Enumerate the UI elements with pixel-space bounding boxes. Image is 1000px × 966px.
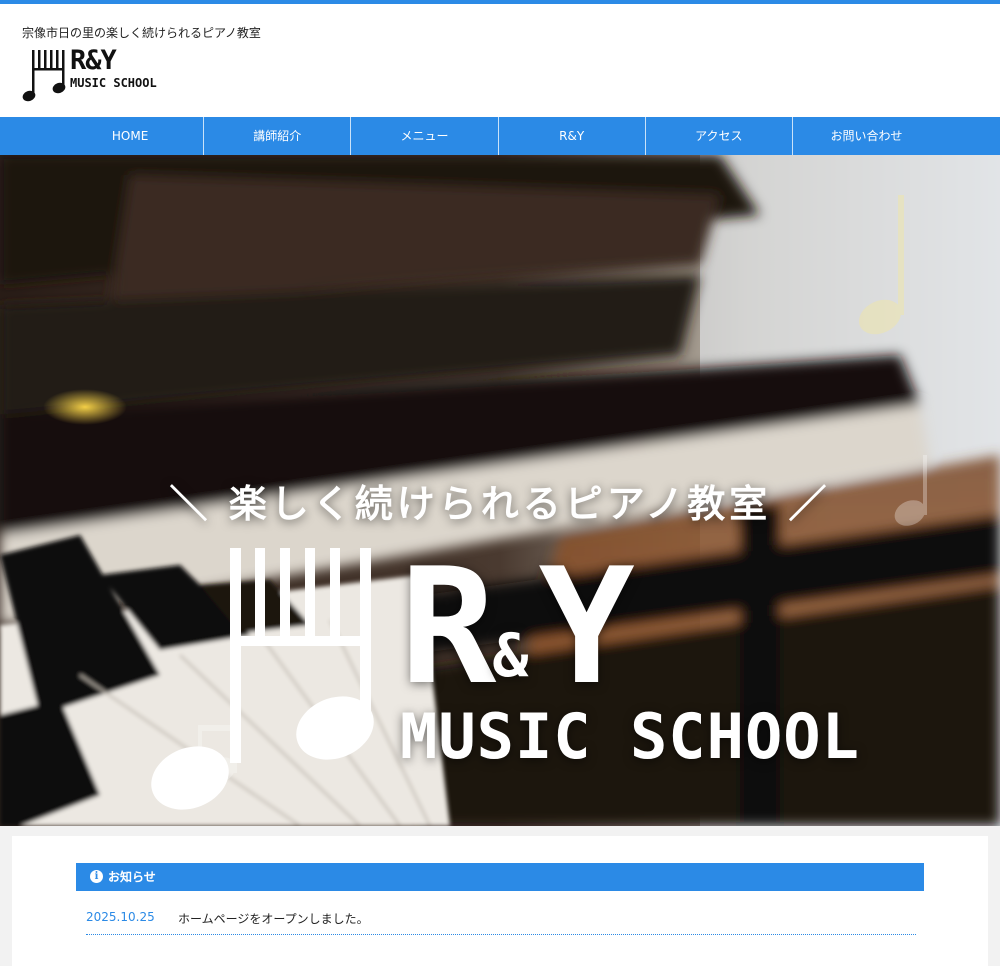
news-header: i お知らせ: [76, 863, 924, 891]
news-text[interactable]: ホームページをオープンしました。: [178, 910, 369, 927]
news-title: お知らせ: [108, 870, 156, 884]
news-item[interactable]: 2025.10.25 ホームページをオープンしました。: [86, 904, 916, 935]
hero-logo-y: Y: [538, 533, 634, 720]
main-content: i お知らせ 2025.10.25 ホームページをオープンしました。: [12, 836, 988, 966]
nav-item-access[interactable]: アクセス: [646, 117, 793, 155]
hero-piano-note-icon: [151, 548, 374, 810]
hero-tagline: ＼ 楽しく続けられるピアノ教室 ／: [169, 482, 831, 526]
news-date: 2025.10.25: [86, 910, 155, 924]
nav-item-menu[interactable]: メニュー: [351, 117, 499, 155]
hero-logo: R &Y MUSIC SCHOOL: [150, 547, 870, 818]
piano-note-logo-icon: [22, 50, 66, 102]
main-nav: HOME 講師紹介 メニュー R&Y アクセス お問い合わせ: [0, 117, 1000, 155]
logo-subtitle: MUSIC SCHOOL: [70, 76, 157, 90]
site-header: 宗像市日の里の楽しく続けられるピアノ教室 R&Y MUSIC SCHOOL: [0, 4, 1000, 117]
site-tagline: 宗像市日の里の楽しく続けられるピアノ教室: [22, 26, 261, 40]
nav-item-home[interactable]: HOME: [57, 117, 205, 155]
hero-banner: ＼ 楽しく続けられるピアノ教室 ／ R &Y MUSIC SCHOOL: [0, 155, 1000, 826]
hero-logo-subtitle: MUSIC SCHOOL: [400, 700, 860, 773]
info-icon: i: [90, 870, 103, 883]
hero-logo-r: R: [400, 533, 496, 720]
site-logo[interactable]: R&Y MUSIC SCHOOL: [22, 45, 172, 104]
hero-logo-amp: &: [492, 621, 529, 691]
nav-item-ry[interactable]: R&Y: [499, 117, 646, 155]
nav-item-contact[interactable]: お問い合わせ: [793, 117, 940, 155]
logo-letters: R&Y: [70, 45, 117, 76]
nav-item-instructors[interactable]: 講師紹介: [204, 117, 352, 155]
